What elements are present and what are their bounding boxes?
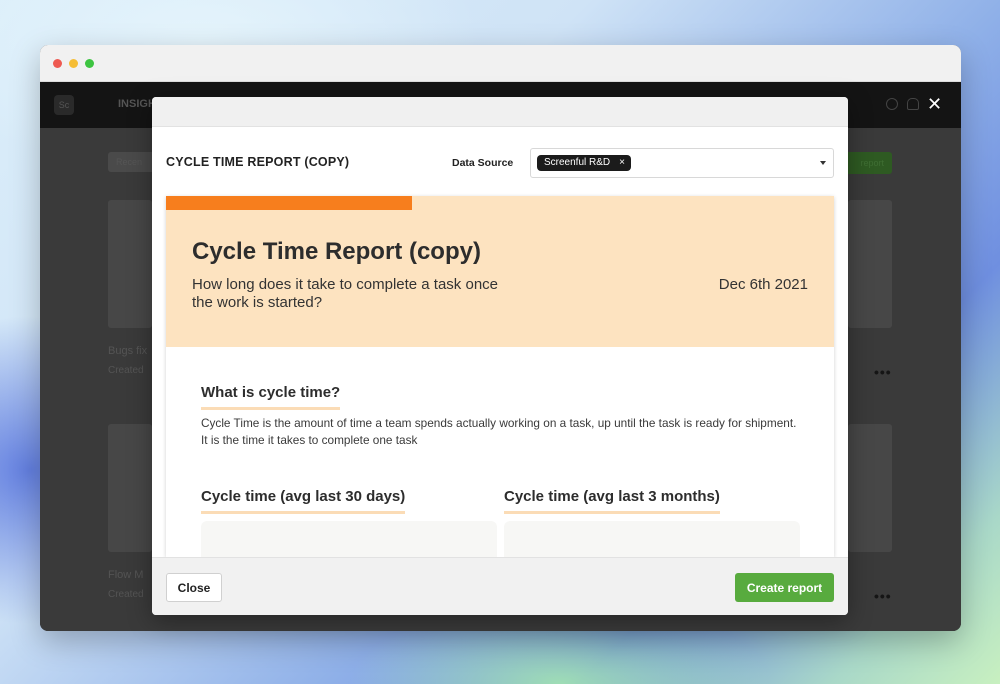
data-source-tag-label: Screenful R&D (544, 157, 611, 168)
close-icon[interactable]: ✕ (927, 95, 942, 113)
section-heading: What is cycle time? (201, 384, 341, 410)
bell-icon (907, 98, 919, 110)
report-title: Cycle Time Report (copy) (192, 238, 481, 265)
data-source-tag: Screenful R&D × (537, 155, 631, 171)
report-subtitle: How long does it take to complete a task… (192, 276, 499, 311)
window-close-dot[interactable] (53, 58, 62, 68)
modal-top-strip (152, 97, 848, 127)
chart-heading-3-months: Cycle time (avg last 3 months) (504, 488, 720, 514)
create-report-button[interactable]: Create report (735, 573, 834, 602)
help-icon (886, 98, 898, 110)
report-preview[interactable]: Cycle Time Report (copy) How long does i… (166, 196, 834, 557)
modal-footer: Close Create report (152, 557, 848, 615)
window-minimize-dot[interactable] (69, 58, 78, 68)
chart-panel-3-months (504, 521, 800, 557)
recent-filter-chip: Recen (108, 152, 158, 172)
window-titlebar (40, 45, 961, 82)
data-source-label: Data Source (452, 157, 514, 169)
report-card-thumbnail (108, 424, 152, 552)
close-button[interactable]: Close (166, 573, 222, 602)
app-logo: Sc (54, 95, 74, 115)
remove-tag-icon[interactable]: × (619, 155, 625, 171)
more-icon: ••• (874, 364, 892, 380)
report-card-title: Flow M (108, 569, 144, 581)
chart-heading-30-days: Cycle time (avg last 30 days) (201, 488, 406, 514)
data-source-select[interactable]: Screenful R&D × (530, 148, 834, 178)
window-maximize-dot[interactable] (85, 58, 94, 68)
report-card-title: Bugs fix (108, 345, 148, 357)
report-modal: CYCLE TIME REPORT (COPY) Data Source Scr… (152, 97, 848, 615)
report-card-meta: Created (108, 589, 144, 600)
modal-header: CYCLE TIME REPORT (COPY) Data Source Scr… (152, 127, 848, 193)
report-card-meta: Created (108, 365, 144, 376)
app-nav-insights: INSIGH (118, 98, 156, 110)
report-card-thumbnail (108, 200, 152, 328)
chart-panel-30-days (201, 521, 497, 557)
modal-title: CYCLE TIME REPORT (COPY) (166, 155, 350, 169)
more-icon: ••• (874, 588, 892, 604)
chevron-down-icon[interactable] (820, 161, 826, 165)
report-date: Dec 6th 2021 (718, 276, 808, 293)
section-body: Cycle Time is the amount of time a team … (201, 416, 797, 447)
hero-accent-bar (166, 196, 412, 210)
report-card-thumbnail (848, 424, 892, 552)
report-hero: Cycle Time Report (copy) How long does i… (166, 196, 834, 347)
report-card-thumbnail (848, 200, 892, 328)
